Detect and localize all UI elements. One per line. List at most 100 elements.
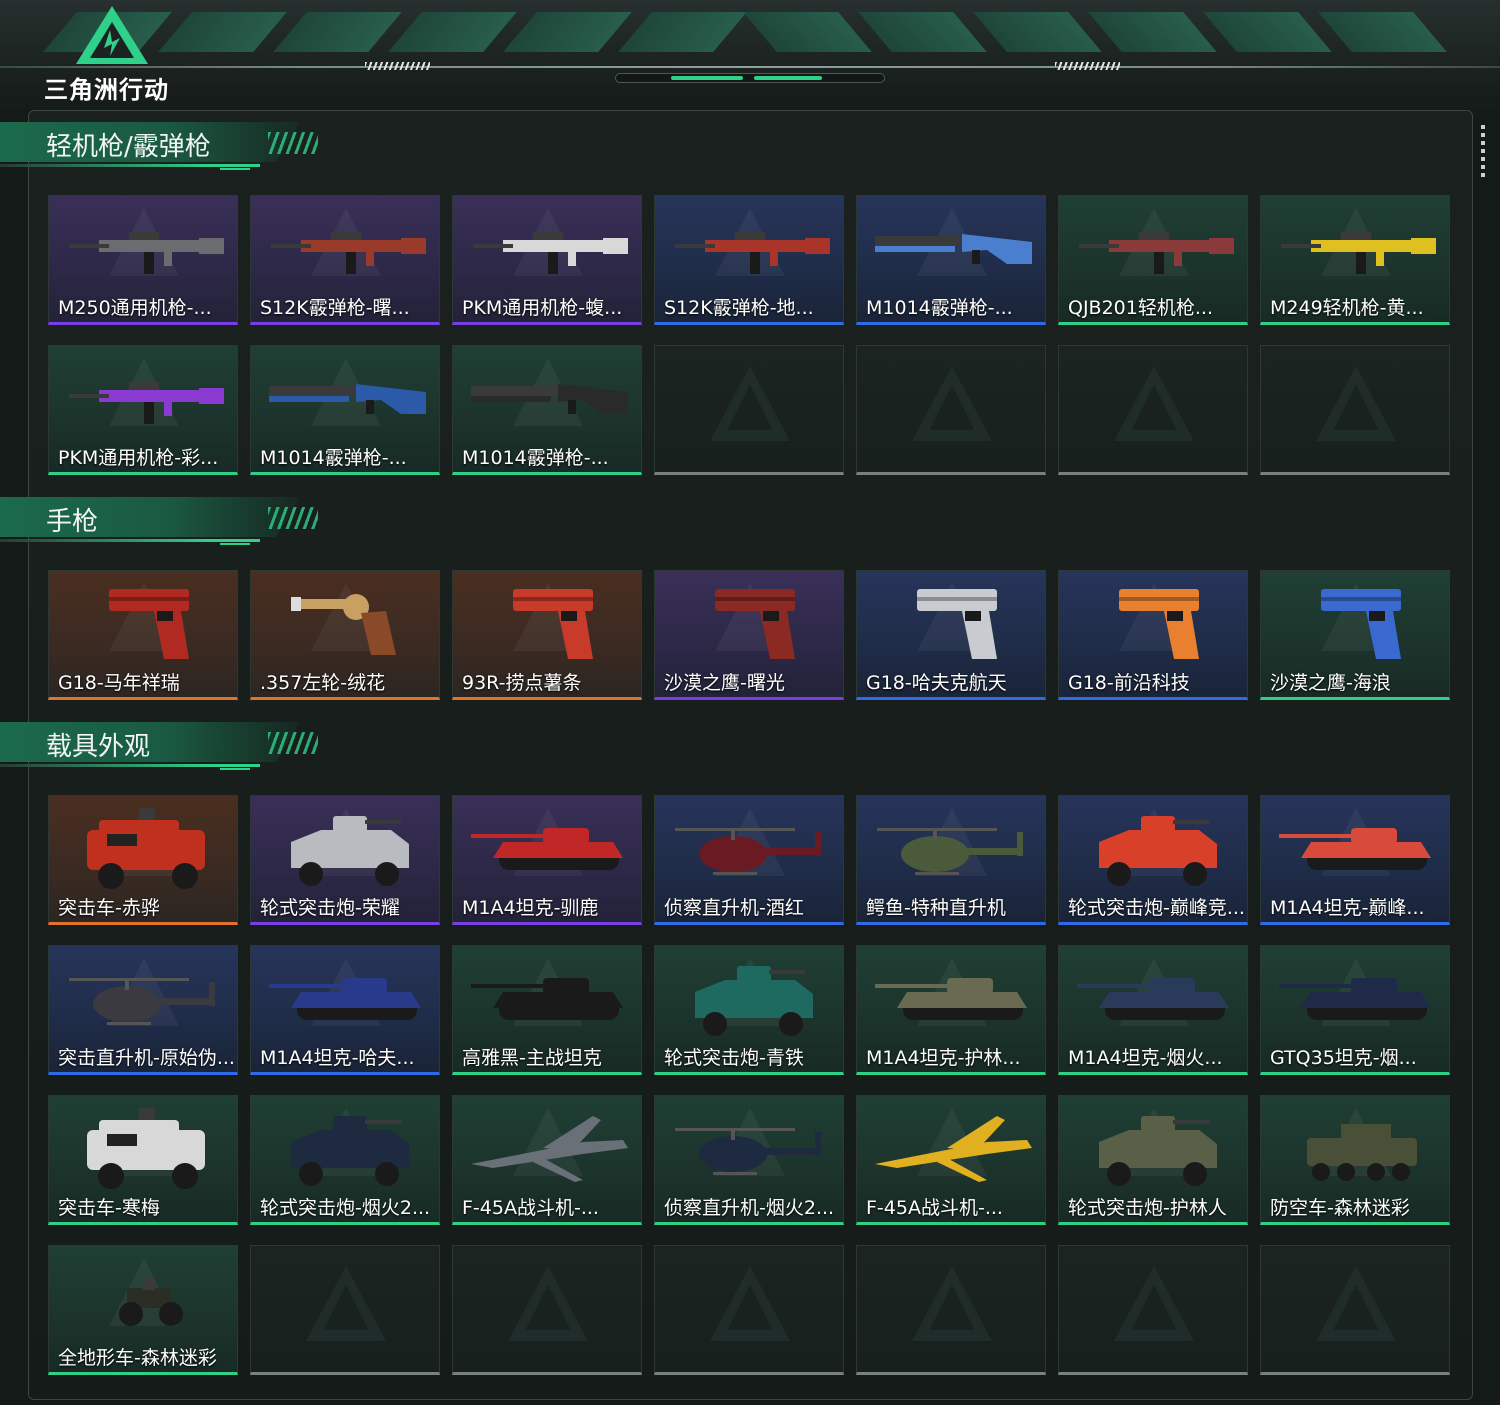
empty-slot (1260, 1245, 1450, 1375)
section-title: 轻机枪/霰弹枪 (46, 132, 211, 162)
shotgun-icon (471, 384, 628, 414)
item-card[interactable]: G18-哈夫克航天 (856, 570, 1046, 700)
gun-icon (1281, 232, 1436, 274)
item-card[interactable]: 沙漠之鹰-曙光 (654, 570, 844, 700)
scrollbar[interactable] (1481, 125, 1485, 180)
empty-slot (654, 1245, 844, 1375)
item-label: M1A4坦克-哈夫... (260, 1047, 415, 1069)
item-label: 鳄鱼-特种直升机 (866, 897, 1006, 919)
empty-slot (1260, 345, 1450, 475)
item-card[interactable]: M1A4坦克-烟火... (1058, 945, 1248, 1075)
armored-icon (1099, 1116, 1217, 1186)
gun-icon (473, 232, 628, 274)
section-title: 载具外观 (46, 732, 151, 762)
item-card[interactable]: 轮式突击炮-护林人 (1058, 1095, 1248, 1225)
item-card[interactable]: 侦察直升机-烟火2... (654, 1095, 844, 1225)
pistol-icon (109, 589, 189, 659)
item-card[interactable]: M1A4坦克-巅峰... (1260, 795, 1450, 925)
placeholder-logo-icon (710, 366, 790, 441)
item-card[interactable]: G18-前沿科技 (1058, 570, 1248, 700)
truck-icon (87, 808, 205, 889)
item-card[interactable]: 防空车-森林迷彩 (1260, 1095, 1450, 1225)
tank-icon (1279, 978, 1431, 1020)
item-label: S12K霰弹枪-曙... (260, 297, 410, 319)
item-card[interactable]: 侦察直升机-酒红 (654, 795, 844, 925)
section-header-vehicle: 载具外观 (0, 722, 330, 774)
item-card[interactable]: 突击车-赤骅 (48, 795, 238, 925)
item-card[interactable]: PKM通用机枪-蝮... (452, 195, 642, 325)
tank-icon (875, 978, 1027, 1020)
item-card[interactable]: 突击直升机-原始伪... (48, 945, 238, 1075)
item-card[interactable]: M250通用机枪-... (48, 195, 238, 325)
item-card[interactable]: 鳄鱼-特种直升机 (856, 795, 1046, 925)
item-card[interactable]: 轮式突击炮-巅峰竞... (1058, 795, 1248, 925)
grid-vehicle: 突击车-赤骅 轮式突击炮-荣耀 M1A4坦克-驯鹿 侦察直升机-酒红 鳄鱼-特种直升机轮… (48, 795, 1450, 1375)
item-card[interactable]: 高雅黑-主战坦克 (452, 945, 642, 1075)
item-card[interactable]: M1014霰弹枪-... (250, 345, 440, 475)
item-card[interactable]: F-45A战斗机-... (452, 1095, 642, 1225)
empty-slot (856, 345, 1046, 475)
item-card[interactable]: M1A4坦克-哈夫... (250, 945, 440, 1075)
item-card[interactable]: PKM通用机枪-彩... (48, 345, 238, 475)
item-card[interactable]: F-45A战斗机-... (856, 1095, 1046, 1225)
item-label: 突击车-赤骅 (58, 897, 160, 919)
item-card[interactable]: 突击车-寒梅 (48, 1095, 238, 1225)
item-card[interactable]: M1014霰弹枪-... (452, 345, 642, 475)
shotgun-icon (269, 384, 426, 414)
grid-lmg-shotgun: M250通用机枪-... S12K霰弹枪-曙... PKM通用机枪-蝮... S12K… (48, 195, 1450, 475)
item-card[interactable]: 轮式突击炮-青铁 (654, 945, 844, 1075)
jet-icon (471, 1116, 628, 1182)
item-card[interactable]: 轮式突击炮-荣耀 (250, 795, 440, 925)
placeholder-logo-icon (1114, 366, 1194, 441)
banner-center-indicator (615, 73, 885, 83)
item-card[interactable]: S12K霰弹枪-曙... (250, 195, 440, 325)
item-card[interactable]: QJB201轻机枪... (1058, 195, 1248, 325)
item-card[interactable]: M1A4坦克-护林... (856, 945, 1046, 1075)
item-card[interactable]: G18-马年祥瑞 (48, 570, 238, 700)
item-card[interactable]: M1014霰弹枪-... (856, 195, 1046, 325)
item-card[interactable]: M1A4坦克-驯鹿 (452, 795, 642, 925)
item-label: M1014霰弹枪-... (260, 447, 407, 469)
item-card[interactable]: 沙漠之鹰-海浪 (1260, 570, 1450, 700)
empty-slot (1058, 1245, 1248, 1375)
item-label: 轮式突击炮-青铁 (664, 1047, 804, 1069)
item-label: G18-前沿科技 (1068, 672, 1190, 694)
item-card[interactable]: S12K霰弹枪-地... (654, 195, 844, 325)
item-label: GTQ35坦克-烟... (1270, 1047, 1417, 1069)
item-label: 侦察直升机-酒红 (664, 897, 804, 919)
item-card[interactable]: GTQ35坦克-烟... (1260, 945, 1450, 1075)
item-label: G18-哈夫克航天 (866, 672, 1007, 694)
item-card[interactable]: 全地形车-森林迷彩 (48, 1245, 238, 1375)
pistol-icon (1119, 589, 1199, 659)
banner-hash-left (365, 62, 430, 70)
item-label: 突击直升机-原始伪... (58, 1047, 233, 1069)
heli-icon (69, 978, 215, 1025)
shotgun-icon (875, 234, 1032, 264)
tank-icon (1077, 978, 1229, 1020)
item-label: 侦察直升机-烟火2... (664, 1197, 835, 1219)
heli-icon (877, 828, 1023, 875)
gun-icon (675, 232, 830, 274)
item-card[interactable]: .357左轮-绒花 (250, 570, 440, 700)
top-banner: 三角洲行动 (0, 0, 1500, 110)
item-card[interactable]: M249轻机枪-黄... (1260, 195, 1450, 325)
item-label: 全地形车-森林迷彩 (58, 1347, 217, 1369)
item-label: M1A4坦克-驯鹿 (462, 897, 599, 919)
placeholder-logo-icon (710, 1266, 790, 1341)
gun-icon (69, 232, 224, 274)
empty-slot (250, 1245, 440, 1375)
item-card[interactable]: 93R-捞点薯条 (452, 570, 642, 700)
item-label: 高雅黑-主战坦克 (462, 1047, 602, 1069)
item-label: 沙漠之鹰-海浪 (1270, 672, 1391, 694)
truck-icon (87, 1108, 205, 1189)
section-header-lmg-shotgun: 轻机枪/霰弹枪 (0, 122, 330, 174)
item-label: M1014霰弹枪-... (462, 447, 609, 469)
placeholder-logo-icon (912, 366, 992, 441)
armored-icon (291, 1116, 409, 1186)
tank-icon (471, 828, 623, 870)
item-card[interactable]: 轮式突击炮-烟火2... (250, 1095, 440, 1225)
pistol-icon (917, 589, 997, 659)
heli-icon (675, 1128, 821, 1175)
item-label: 轮式突击炮-荣耀 (260, 897, 400, 919)
empty-slot (856, 1245, 1046, 1375)
